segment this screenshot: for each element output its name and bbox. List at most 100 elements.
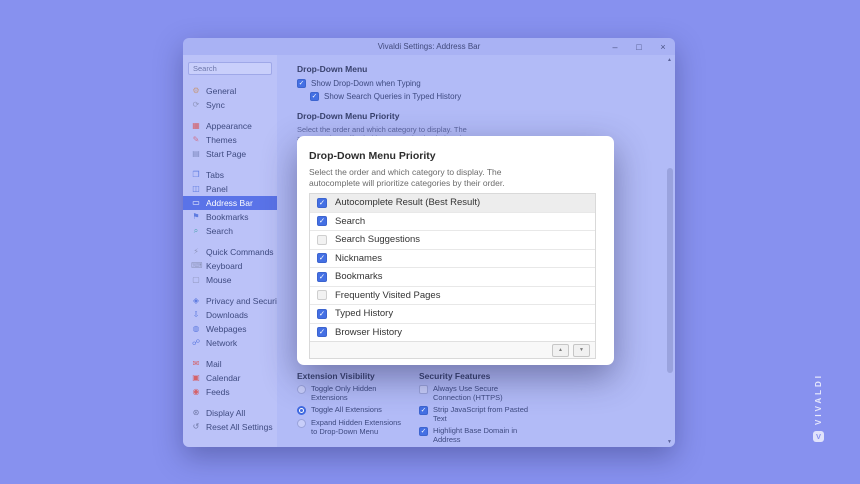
general-icon: ⚙	[191, 86, 201, 96]
sidebar-item-sync[interactable]: ⟳ Sync	[183, 98, 277, 112]
sidebar-group-appearance: ▦ Appearance ✎ Themes ▤ Start Page	[183, 119, 277, 161]
sidebar-group-apps: ✉ Mail ▣ Calendar ◉ Feeds	[183, 357, 277, 399]
sidebar-item-webpages[interactable]: ◍ Webpages	[183, 322, 277, 336]
item-checkbox[interactable]	[317, 253, 327, 263]
scroll-up-icon[interactable]: ▲	[665, 55, 674, 64]
sidebar-item-label: Panel	[206, 184, 228, 194]
https-checkbox[interactable]	[419, 385, 428, 394]
sidebar-item-label: Downloads	[206, 310, 248, 320]
item-checkbox[interactable]	[317, 309, 327, 319]
scrollbar-thumb[interactable]	[667, 168, 673, 373]
checkbox-label: Show Drop-Down when Typing	[311, 79, 421, 88]
expand-hidden-extensions-radio[interactable]	[297, 419, 306, 428]
mouse-icon: ▢	[191, 275, 201, 285]
dropdown-menu-section: Drop-Down Menu Show Drop-Down when Typin…	[297, 64, 577, 143]
content-scrollbar[interactable]: ▲ ▼	[665, 55, 675, 447]
priority-list-item[interactable]: Typed History	[310, 304, 595, 323]
item-label: Autocomplete Result (Best Result)	[335, 197, 480, 208]
tabs-icon: ❐	[191, 170, 201, 180]
sidebar-item-calendar[interactable]: ▣ Calendar	[183, 371, 277, 385]
sidebar-item-label: Mouse	[206, 275, 232, 285]
dialog-title: Drop-Down Menu Priority	[309, 150, 614, 162]
maximize-button[interactable]: □	[631, 40, 647, 54]
sidebar-item-label: Display All	[206, 408, 245, 418]
checkbox-label: Strip JavaScript from Pasted Text	[433, 406, 529, 423]
sidebar-item-address-bar[interactable]: ▭ Address Bar	[183, 196, 277, 210]
minimize-button[interactable]: –	[607, 40, 623, 54]
sidebar-item-general[interactable]: ⚙ General	[183, 84, 277, 98]
section-heading: Drop-Down Menu	[297, 64, 577, 74]
sidebar-item-keyboard[interactable]: ⌨ Keyboard	[183, 259, 277, 273]
item-checkbox[interactable]	[317, 216, 327, 226]
move-up-button[interactable]: ▲	[552, 344, 569, 357]
item-checkbox[interactable]	[317, 235, 327, 245]
checkbox-label: Show Search Queries in Typed History	[324, 92, 461, 101]
item-label: Search Suggestions	[335, 234, 420, 245]
appearance-icon: ▦	[191, 121, 201, 131]
checkbox-label: Always Use Secure Connection (HTTPS)	[433, 385, 529, 402]
radio-label: Toggle Only Hidden Extensions	[311, 385, 407, 402]
sidebar-item-appearance[interactable]: ▦ Appearance	[183, 119, 277, 133]
keyboard-icon: ⌨	[191, 261, 201, 271]
sidebar-item-label: Themes	[206, 135, 237, 145]
sidebar-item-display-all[interactable]: ⊛ Display All	[183, 406, 277, 420]
item-checkbox[interactable]	[317, 272, 327, 282]
strip-javascript-checkbox[interactable]	[419, 406, 428, 415]
toggle-only-hidden-radio[interactable]	[297, 385, 306, 394]
move-down-button[interactable]: ▼	[573, 344, 590, 357]
sidebar-search-input[interactable]	[188, 62, 272, 75]
priority-list: Autocomplete Result (Best Result) Search…	[309, 193, 596, 359]
close-button[interactable]: ×	[655, 40, 671, 54]
globe-icon: ◍	[191, 324, 201, 334]
vivaldi-logo-icon: V	[813, 431, 824, 442]
priority-list-item[interactable]: Browser History	[310, 323, 595, 342]
sidebar-item-privacy-and-security[interactable]: ◈ Privacy and Security	[183, 294, 277, 308]
download-icon: ⇩	[191, 310, 201, 320]
sidebar-item-search[interactable]: ⌕ Search	[183, 224, 277, 238]
sidebar-item-bookmarks[interactable]: ⚑ Bookmarks	[183, 210, 277, 224]
show-dropdown-checkbox[interactable]	[297, 79, 306, 88]
sidebar-item-network[interactable]: ☍ Network	[183, 336, 277, 350]
search-icon: ⌕	[191, 226, 201, 236]
feeds-icon: ◉	[191, 387, 201, 397]
panel-icon: ◫	[191, 184, 201, 194]
sidebar-item-start-page[interactable]: ▤ Start Page	[183, 147, 277, 161]
priority-list-toolbar: ▲ ▼	[310, 341, 595, 358]
sidebar-item-mouse[interactable]: ▢ Mouse	[183, 273, 277, 287]
section-heading: Drop-Down Menu Priority	[297, 111, 577, 121]
sidebar-item-quick-commands[interactable]: ⚡ Quick Commands	[183, 245, 277, 259]
sidebar-item-label: Bookmarks	[206, 212, 249, 222]
priority-list-item[interactable]: Frequently Visited Pages	[310, 286, 595, 305]
sidebar-item-label: Feeds	[206, 387, 230, 397]
sidebar-group-misc: ⊛ Display All ↺ Reset All Settings	[183, 406, 277, 434]
sidebar-item-feeds[interactable]: ◉ Feeds	[183, 385, 277, 399]
item-checkbox[interactable]	[317, 198, 327, 208]
item-label: Search	[335, 216, 365, 227]
sidebar-item-mail[interactable]: ✉ Mail	[183, 357, 277, 371]
sidebar-item-label: Tabs	[206, 170, 224, 180]
section-heading: Extension Visibility	[297, 371, 419, 381]
sidebar-item-label: General	[206, 86, 236, 96]
priority-list-item[interactable]: Search Suggestions	[310, 230, 595, 249]
window-title: Vivaldi Settings: Address Bar	[183, 42, 675, 51]
sidebar-item-reset-all-settings[interactable]: ↺ Reset All Settings	[183, 420, 277, 434]
priority-list-item[interactable]: Nicknames	[310, 249, 595, 268]
sidebar-item-downloads[interactable]: ⇩ Downloads	[183, 308, 277, 322]
sidebar-item-panel[interactable]: ◫ Panel	[183, 182, 277, 196]
show-search-queries-checkbox[interactable]	[310, 92, 319, 101]
calendar-icon: ▣	[191, 373, 201, 383]
start-page-icon: ▤	[191, 149, 201, 159]
priority-list-item[interactable]: Autocomplete Result (Best Result)	[310, 194, 595, 212]
sync-icon: ⟳	[191, 100, 201, 110]
item-label: Bookmarks	[335, 271, 383, 282]
scroll-down-icon[interactable]: ▼	[665, 437, 674, 446]
highlight-base-domain-checkbox[interactable]	[419, 427, 428, 436]
item-checkbox[interactable]	[317, 290, 327, 300]
item-checkbox[interactable]	[317, 327, 327, 337]
priority-list-item[interactable]: Search	[310, 212, 595, 231]
sidebar-item-tabs[interactable]: ❐ Tabs	[183, 168, 277, 182]
toggle-all-extensions-radio[interactable]	[297, 406, 306, 415]
priority-list-item[interactable]: Bookmarks	[310, 267, 595, 286]
sidebar-item-themes[interactable]: ✎ Themes	[183, 133, 277, 147]
sidebar-group-browsing: ❐ Tabs ◫ Panel ▭ Address Bar ⚑ Bookmarks	[183, 168, 277, 238]
